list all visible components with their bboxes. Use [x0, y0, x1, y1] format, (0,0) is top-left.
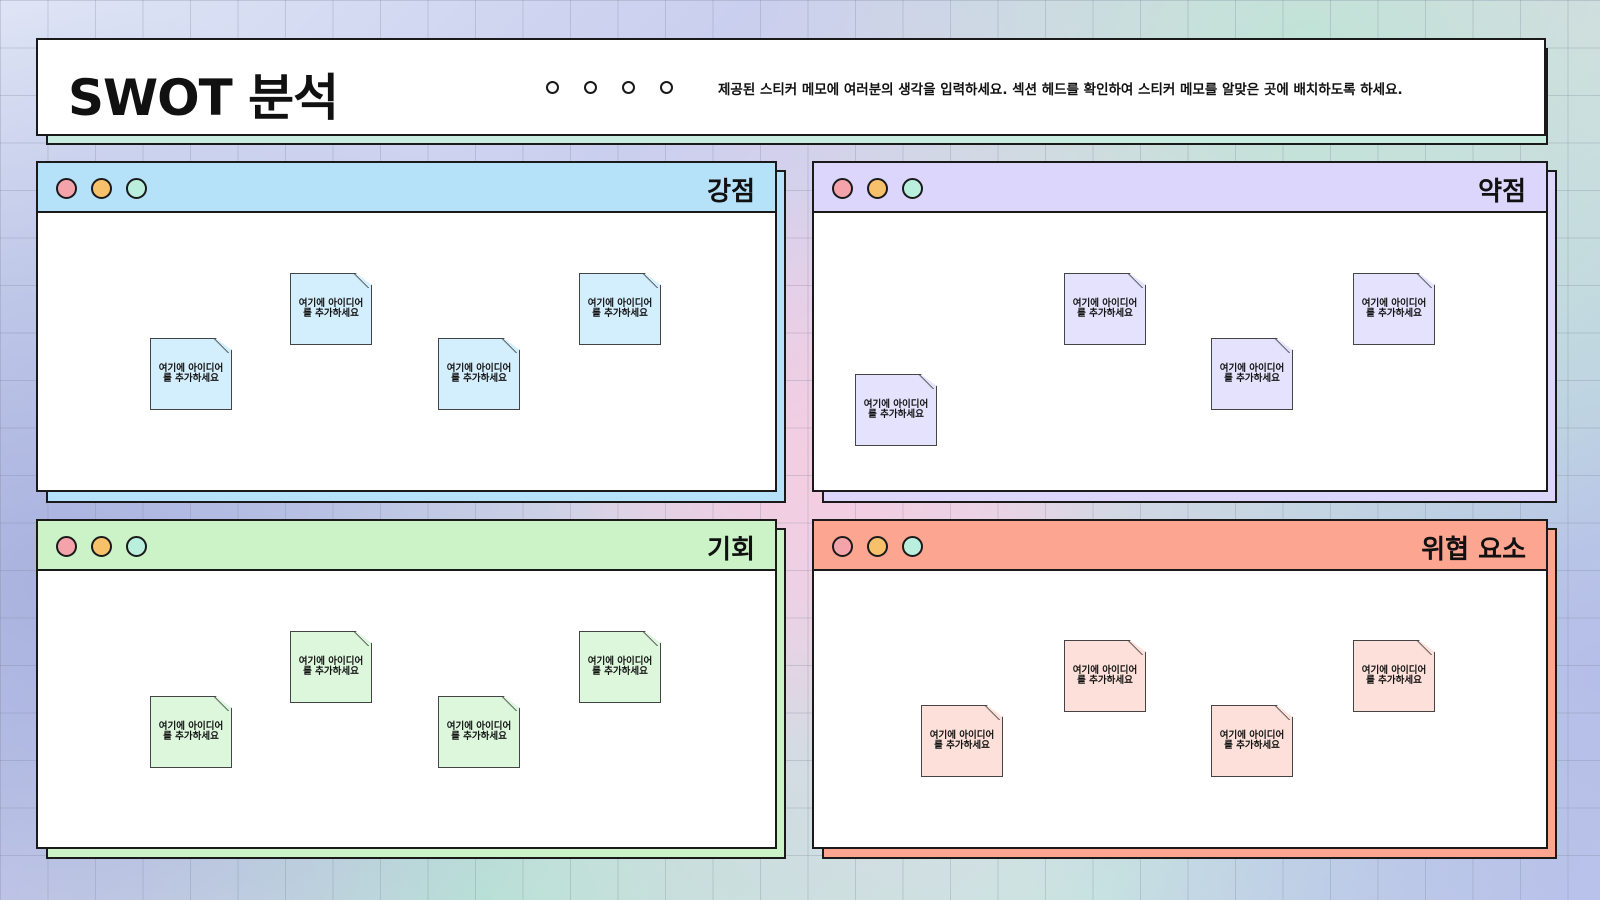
sticky-note[interactable]: 여기에 아이디어를 추가하세요 [921, 705, 1003, 777]
sticky-note[interactable]: 여기에 아이디어를 추가하세요 [579, 273, 661, 345]
circle-icon [584, 81, 597, 94]
close-dot-icon[interactable] [832, 178, 853, 199]
sticky-note[interactable]: 여기에 아이디어를 추가하세요 [855, 374, 937, 446]
opportunities-title-bar: 기회 [38, 521, 775, 571]
minimize-dot-icon[interactable] [867, 178, 888, 199]
sticky-note[interactable]: 여기에 아이디어를 추가하세요 [1211, 705, 1293, 777]
window-controls [56, 536, 147, 557]
sticky-note[interactable]: 여기에 아이디어를 추가하세요 [150, 338, 232, 410]
minimize-dot-icon[interactable] [867, 536, 888, 557]
threats-title-bar: 위협 요소 [814, 521, 1546, 571]
sticky-note[interactable]: 여기에 아이디어를 추가하세요 [438, 338, 520, 410]
header-dots [546, 81, 673, 94]
circle-icon [622, 81, 635, 94]
opportunities-title: 기회 [707, 535, 755, 565]
maximize-dot-icon[interactable] [902, 178, 923, 199]
sticky-note[interactable]: 여기에 아이디어를 추가하세요 [579, 631, 661, 703]
close-dot-icon[interactable] [832, 536, 853, 557]
page-title: SWOT 분석 [68, 69, 339, 127]
window-controls [56, 178, 147, 199]
strengths-title: 강점 [707, 177, 755, 207]
sticky-note[interactable]: 여기에 아이디어를 추가하세요 [1064, 273, 1146, 345]
weaknesses-panel: 약점 여기에 아이디어를 추가하세요 여기에 아이디어를 추가하세요 여기에 아… [812, 161, 1548, 492]
maximize-dot-icon[interactable] [126, 178, 147, 199]
maximize-dot-icon[interactable] [126, 536, 147, 557]
weaknesses-title: 약점 [1478, 177, 1526, 207]
sticky-note[interactable]: 여기에 아이디어를 추가하세요 [438, 696, 520, 768]
sticky-note[interactable]: 여기에 아이디어를 추가하세요 [1064, 640, 1146, 712]
threats-title: 위협 요소 [1421, 535, 1526, 565]
sticky-note[interactable]: 여기에 아이디어를 추가하세요 [1211, 338, 1293, 410]
sticky-note[interactable]: 여기에 아이디어를 추가하세요 [1353, 640, 1435, 712]
threats-panel: 위협 요소 여기에 아이디어를 추가하세요 여기에 아이디어를 추가하세요 여기… [812, 519, 1548, 849]
close-dot-icon[interactable] [56, 178, 77, 199]
circle-icon [660, 81, 673, 94]
sticky-note[interactable]: 여기에 아이디어를 추가하세요 [1353, 273, 1435, 345]
strengths-panel: 강점 여기에 아이디어를 추가하세요 여기에 아이디어를 추가하세요 여기에 아… [36, 161, 777, 492]
opportunities-panel: 기회 여기에 아이디어를 추가하세요 여기에 아이디어를 추가하세요 여기에 아… [36, 519, 777, 849]
sticky-note[interactable]: 여기에 아이디어를 추가하세요 [150, 696, 232, 768]
minimize-dot-icon[interactable] [91, 536, 112, 557]
close-dot-icon[interactable] [56, 536, 77, 557]
window-controls [832, 536, 923, 557]
minimize-dot-icon[interactable] [91, 178, 112, 199]
sticky-note[interactable]: 여기에 아이디어를 추가하세요 [290, 631, 372, 703]
circle-icon [546, 81, 559, 94]
instructions-text: 제공된 스티커 메모에 여러분의 생각을 입력하세요. 섹션 헤드를 확인하여 … [718, 82, 1403, 98]
strengths-title-bar: 강점 [38, 163, 775, 213]
window-controls [832, 178, 923, 199]
header-card: SWOT 분석 제공된 스티커 메모에 여러분의 생각을 입력하세요. 섹션 헤… [36, 38, 1546, 136]
sticky-note[interactable]: 여기에 아이디어를 추가하세요 [290, 273, 372, 345]
maximize-dot-icon[interactable] [902, 536, 923, 557]
weaknesses-title-bar: 약점 [814, 163, 1546, 213]
